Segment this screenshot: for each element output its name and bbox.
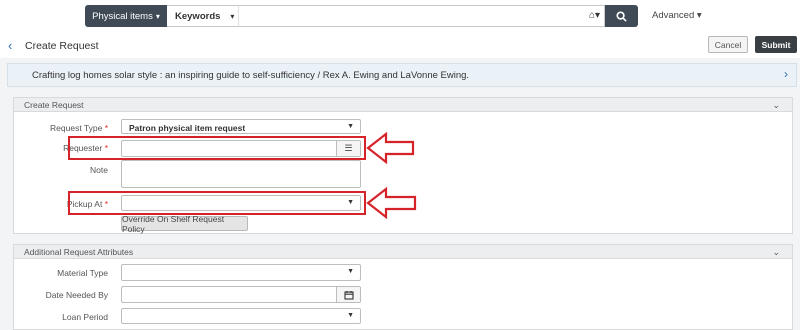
request-type-label: Request Type * xyxy=(50,123,108,133)
requester-highlight-box xyxy=(68,136,366,160)
back-icon[interactable]: ‹ xyxy=(8,38,12,53)
cancel-button[interactable]: Cancel xyxy=(708,36,748,53)
home-icon[interactable]: ⌂▾ xyxy=(589,10,600,21)
top-search-bar: Physical items ▾ Keywords ▾ ⌂▾ Advanced … xyxy=(0,0,800,33)
chevron-down-icon[interactable]: ⌄ xyxy=(772,98,780,112)
item-title-banner[interactable]: Crafting log homes solar style : an insp… xyxy=(7,63,797,87)
chevron-down-icon: ▼ xyxy=(347,268,354,275)
chevron-down-icon: ▾ xyxy=(230,11,235,21)
page-title: Create Request xyxy=(25,40,99,52)
loan-period-label: Loan Period xyxy=(62,312,108,322)
material-type-select[interactable]: ▼ xyxy=(121,264,361,281)
request-type-value: Patron physical item request xyxy=(129,123,246,133)
search-field-label: Keywords xyxy=(175,10,221,22)
page-header: ‹ Create Request Cancel Submit xyxy=(0,33,800,58)
chevron-down-icon: ▼ xyxy=(347,123,354,130)
section-header[interactable]: Additional Request Attributes ⌄ xyxy=(14,245,792,259)
override-shelf-policy-button[interactable]: Override On Shelf Request Policy xyxy=(121,214,248,234)
left-arrow-icon xyxy=(366,132,415,164)
required-mark: * xyxy=(104,123,108,133)
material-type-label: Material Type xyxy=(57,268,108,278)
left-arrow-icon xyxy=(366,187,417,219)
loan-period-select[interactable]: ▼ xyxy=(121,308,361,324)
request-type-select[interactable]: Patron physical item request ▼ xyxy=(121,119,361,134)
submit-button[interactable]: Submit xyxy=(755,36,797,53)
search-scope-dropdown[interactable]: Physical items ▾ xyxy=(85,5,167,27)
calendar-button[interactable] xyxy=(336,287,360,302)
date-needed-field[interactable] xyxy=(121,286,361,303)
search-scope-label: Physical items xyxy=(92,10,153,22)
chevron-right-icon[interactable]: › xyxy=(784,67,788,81)
note-textarea[interactable] xyxy=(121,160,361,188)
calendar-icon xyxy=(343,290,354,300)
item-title: Crafting log homes solar style : an insp… xyxy=(32,70,470,81)
chevron-down-icon: ▼ xyxy=(347,312,354,319)
advanced-search-link[interactable]: Advanced ▾ xyxy=(652,10,702,21)
search-icon xyxy=(616,10,627,22)
search-field-dropdown[interactable]: Keywords ▾ xyxy=(167,5,238,27)
section-header[interactable]: Create Request ⌄ xyxy=(14,98,792,112)
pickup-highlight-box xyxy=(68,191,366,215)
chevron-down-icon[interactable]: ⌄ xyxy=(772,245,780,259)
note-label: Note xyxy=(90,165,108,175)
search-button[interactable] xyxy=(605,5,638,27)
chevron-down-icon: ▾ xyxy=(155,11,160,21)
date-needed-label: Date Needed By xyxy=(45,290,108,300)
section-title: Create Request xyxy=(24,100,84,110)
search-input[interactable]: ⌂▾ xyxy=(238,5,605,27)
section-title: Additional Request Attributes xyxy=(24,247,134,257)
